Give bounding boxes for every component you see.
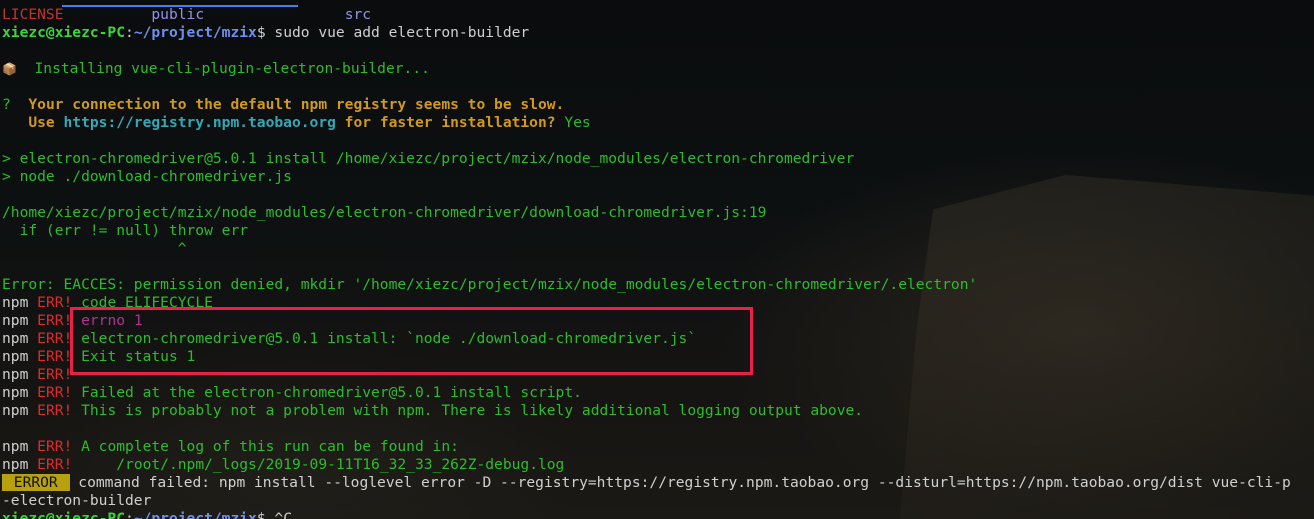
prompt-colon: :	[125, 24, 134, 41]
prompt-colon: :	[125, 510, 134, 519]
prompt-dollar: $	[256, 24, 266, 41]
prompt-command: sudo vue add electron-builder	[265, 24, 530, 41]
npm-label: npm	[2, 456, 29, 473]
npm-err-text: Failed at the electron-chromedriver@5.0.…	[72, 384, 582, 401]
err-label: ERR!	[37, 330, 73, 347]
question-text: Your connection to the default npm regis…	[10, 96, 565, 113]
prompt-path: ~/project/mzix	[133, 24, 257, 41]
command-failed-text: command failed: npm install --loglevel e…	[69, 474, 1291, 491]
err-label: ERR!	[37, 312, 73, 329]
prompt-user-host: xiezc@xiezc-PC	[2, 510, 126, 519]
dir-listing: LICENSE public src	[2, 6, 371, 24]
npm-err-line: npm ERR! /root/.npm/_logs/2019-09-11T16_…	[2, 456, 564, 474]
npm-err-line: npm ERR!	[2, 366, 72, 384]
question-line-2: Use https://registry.npm.taobao.org for …	[2, 114, 591, 132]
install-line: > electron-chromedriver@5.0.1 install /h…	[2, 150, 855, 167]
final-prompt-line[interactable]: xiezc@xiezc-PC:~/project/mzix$ ^C	[2, 510, 292, 519]
installing-text: Installing vue-cli-plugin-electron-build…	[16, 60, 430, 77]
registry-url: https://registry.npm.taobao.org	[63, 114, 336, 131]
src-dir: src	[344, 6, 372, 23]
question-use: Use	[2, 114, 64, 131]
prompt-path: ~/project/mzix	[133, 510, 257, 519]
question-answer: Yes	[555, 114, 591, 131]
install-line: > node ./download-chromedriver.js	[2, 168, 292, 185]
err-label: ERR!	[37, 402, 73, 419]
npm-label: npm	[2, 348, 29, 365]
npm-label: npm	[2, 312, 29, 329]
npm-label: npm	[2, 402, 29, 419]
npm-label: npm	[2, 294, 29, 311]
command-failed-line: ERROR command failed: npm install --logl…	[2, 474, 1291, 492]
public-dir: public	[151, 6, 205, 23]
trace-code: if (err != null) throw err	[2, 222, 249, 239]
err-label: ERR!	[37, 348, 73, 365]
err-label: ERR!	[37, 366, 73, 383]
error-badge: ERROR	[2, 474, 70, 491]
command-failed-cont: -electron-builder	[2, 492, 152, 509]
npm-label: npm	[2, 438, 29, 455]
question-suffix: for faster installation?	[335, 114, 556, 131]
err-label: ERR!	[37, 456, 73, 473]
prompt-line: xiezc@xiezc-PC:~/project/mzix$ sudo vue …	[2, 24, 529, 42]
npm-err-text: /root/.npm/_logs/2019-09-11T16_32_33_262…	[72, 456, 565, 473]
prompt-input: ^C	[265, 510, 292, 519]
npm-err-line: npm ERR! Failed at the electron-chromedr…	[2, 384, 582, 402]
npm-err-line: npm ERR! This is probably not a problem …	[2, 402, 863, 420]
trace-file: /home/xiezc/project/mzix/node_modules/el…	[2, 204, 767, 221]
prompt-user-host: xiezc@xiezc-PC	[2, 24, 126, 41]
npm-label: npm	[2, 384, 29, 401]
installing-line: 📦 Installing vue-cli-plugin-electron-bui…	[2, 60, 430, 78]
trace-caret: ^	[2, 240, 187, 257]
err-label: ERR!	[37, 294, 73, 311]
highlight-annotation-box	[70, 307, 753, 375]
npm-label: npm	[2, 330, 29, 347]
npm-err-text: A complete log of this run can be found …	[72, 438, 459, 455]
question-line-1: ? Your connection to the default npm reg…	[2, 96, 564, 114]
license-file: LICENSE	[2, 6, 64, 23]
npm-err-text: This is probably not a problem with npm.…	[72, 402, 864, 419]
npm-label: npm	[2, 366, 29, 383]
npm-err-line: npm ERR! A complete log of this run can …	[2, 438, 459, 456]
error-line: Error: EACCES: permission denied, mkdir …	[2, 276, 978, 293]
package-icon: 📦	[2, 62, 17, 76]
question-mark: ?	[2, 96, 11, 113]
err-label: ERR!	[37, 384, 73, 401]
prompt-dollar: $	[256, 510, 266, 519]
err-label: ERR!	[37, 438, 73, 455]
terminal-window[interactable]: LICENSE public src xiezc@xiezc-PC:~/proj…	[0, 0, 1314, 519]
